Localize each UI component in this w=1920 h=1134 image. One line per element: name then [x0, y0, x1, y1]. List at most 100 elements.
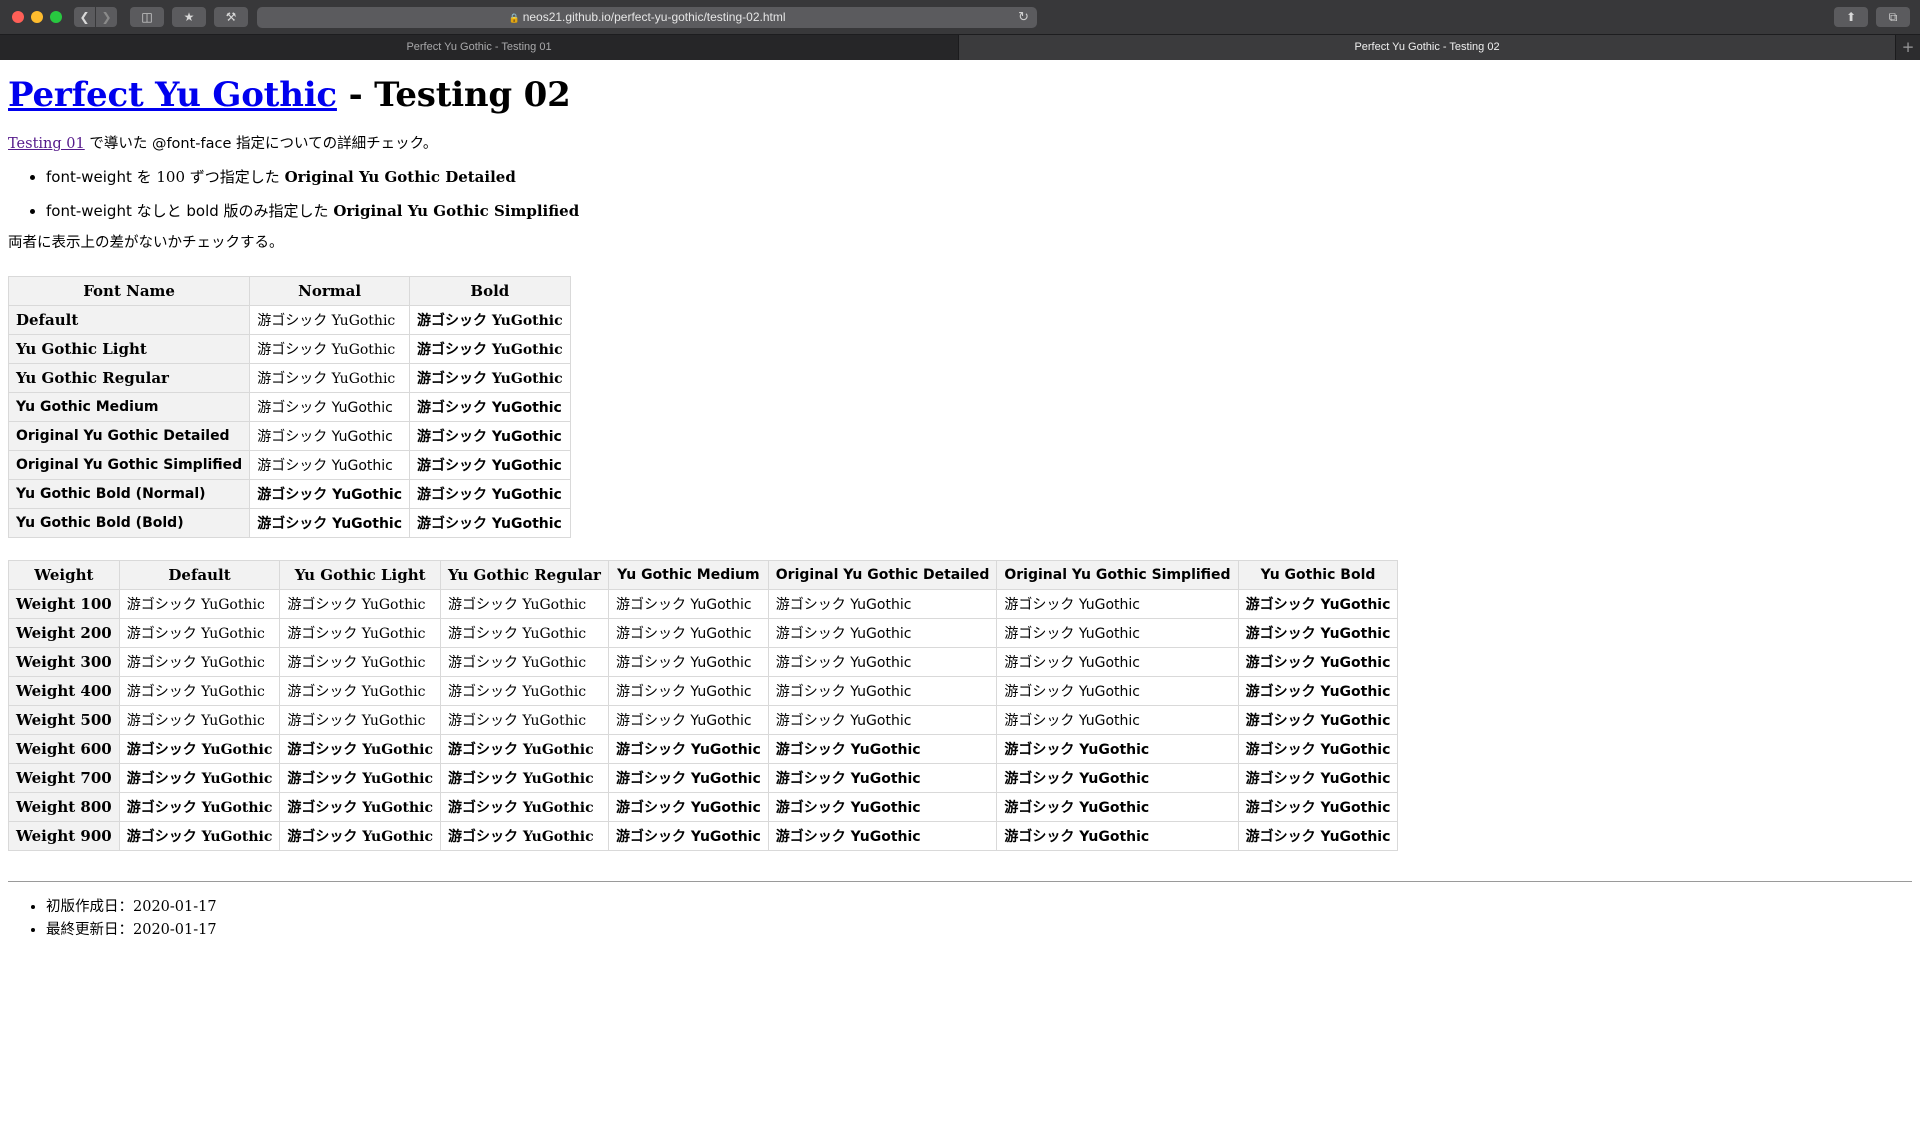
url-text: neos21.github.io/perfect-yu-gothic/testi… — [522, 10, 786, 24]
created-date: 初版作成日：2020-01-17 — [46, 896, 1912, 919]
sample-cell: 游ゴシック YuGothic — [279, 792, 441, 823]
tab-testing-02[interactable]: Perfect Yu Gothic - Testing 02 — [959, 35, 1895, 60]
lock-icon: 🔒 — [508, 13, 520, 23]
sidebar-toggle-icon[interactable]: ◫ — [130, 7, 164, 27]
feature-list: font-weight を 100 ずつ指定した Original Yu Got… — [8, 169, 1912, 219]
sample-cell: 游ゴシック YuGothic — [279, 647, 441, 678]
table-row: Weight 700 游ゴシック YuGothic 游ゴシック YuGothic 游ゴ… — [8, 763, 1399, 794]
address-bar[interactable]: 🔒 neos21.github.io/perfect-yu-gothic/test… — [257, 7, 1037, 28]
column-header: Bold — [409, 276, 571, 307]
reload-icon[interactable]: ↻ — [1018, 7, 1029, 28]
sample-cell: 游ゴシック YuGothic — [996, 821, 1239, 852]
row-header: Yu Gothic Medium — [7, 392, 251, 423]
sample-cell: 游ゴシック YuGothic — [249, 450, 411, 481]
sample-cell: 游ゴシック YuGothic — [439, 763, 609, 794]
tab-bar: Perfect Yu Gothic - Testing 01 Perfect Y… — [0, 34, 1920, 60]
sample-cell: 游ゴシック YuGothic — [118, 676, 281, 707]
column-header: Original Yu Gothic Simplified — [996, 560, 1239, 591]
sample-cell: 游ゴシック YuGothic — [996, 705, 1239, 736]
sample-cell: 游ゴシック YuGothic — [118, 647, 281, 678]
sample-cell: 游ゴシック YuGothic — [1237, 821, 1399, 852]
sample-cell: 游ゴシック YuGothic — [249, 479, 411, 510]
sample-cell: 游ゴシック YuGothic — [439, 705, 609, 736]
sample-cell: 游ゴシック YuGothic — [279, 618, 441, 649]
sample-cell: 游ゴシック YuGothic — [409, 479, 571, 510]
sample-cell: 游ゴシック YuGothic — [249, 421, 411, 452]
tab-testing-01[interactable]: Perfect Yu Gothic - Testing 01 — [0, 35, 959, 60]
sample-cell: 游ゴシック YuGothic — [1237, 763, 1399, 794]
sample-cell: 游ゴシック YuGothic — [996, 763, 1239, 794]
table-row: Weight 300 游ゴシック YuGothic 游ゴシック YuGothic 游ゴ… — [8, 647, 1399, 678]
font-name-table: Font Name Normal Bold Default 游ゴシック YuGothic… — [7, 276, 571, 539]
row-header: Weight 100 — [8, 589, 120, 620]
sample-cell: 游ゴシック YuGothic — [607, 821, 769, 852]
sample-cell: 游ゴシック YuGothic — [607, 589, 769, 620]
row-header: Default — [7, 305, 251, 336]
window-close-button[interactable] — [12, 11, 24, 23]
sample-cell: 游ゴシック YuGothic — [118, 618, 281, 649]
row-header: Weight 600 — [8, 734, 120, 765]
table-row: Weight 500 游ゴシック YuGothic 游ゴシック YuGothic 游ゴ… — [8, 705, 1399, 736]
sample-cell: 游ゴシック YuGothic — [249, 508, 411, 539]
sample-cell: 游ゴシック YuGothic — [279, 705, 441, 736]
sample-cell: 游ゴシック YuGothic — [439, 647, 609, 678]
row-header: Original Yu Gothic Detailed — [7, 421, 251, 452]
sample-cell: 游ゴシック YuGothic — [1237, 618, 1399, 649]
sample-cell: 游ゴシック YuGothic — [996, 676, 1239, 707]
table-row: Default 游ゴシック YuGothic 游ゴシック YuGothic — [7, 305, 571, 336]
wrench-icon[interactable]: ⚒ — [214, 7, 248, 27]
sample-cell: 游ゴシック YuGothic — [1237, 705, 1399, 736]
sample-cell: 游ゴシック YuGothic — [439, 821, 609, 852]
row-header: Yu Gothic Light — [7, 334, 251, 365]
table-row: Weight 800 游ゴシック YuGothic 游ゴシック YuGothic 游ゴ… — [8, 792, 1399, 823]
top-sites-icon[interactable]: ★ — [172, 7, 206, 27]
column-header: Yu Gothic Regular — [439, 560, 609, 591]
title-suffix: - Testing 02 — [336, 75, 571, 115]
column-header: Original Yu Gothic Detailed — [767, 560, 998, 591]
sample-cell: 游ゴシック YuGothic — [249, 392, 411, 423]
sample-cell: 游ゴシック YuGothic — [767, 734, 998, 765]
sample-cell: 游ゴシック YuGothic — [1237, 589, 1399, 620]
row-header: Weight 400 — [8, 676, 120, 707]
row-header: Yu Gothic Bold (Bold) — [7, 508, 251, 539]
testing-01-link[interactable]: Testing 01 — [8, 136, 85, 152]
sample-cell: 游ゴシック YuGothic — [118, 705, 281, 736]
sample-cell: 游ゴシック YuGothic — [1237, 792, 1399, 823]
sample-cell: 游ゴシック YuGothic — [767, 821, 998, 852]
sample-cell: 游ゴシック YuGothic — [409, 363, 571, 394]
forward-button[interactable]: ❯ — [96, 7, 117, 27]
table-row: Weight 600 游ゴシック YuGothic 游ゴシック YuGothic 游ゴ… — [8, 734, 1399, 765]
sample-cell: 游ゴシック YuGothic — [607, 792, 769, 823]
window-minimize-button[interactable] — [31, 11, 43, 23]
table-row: Original Yu Gothic Simplified 游ゴシック YuGot… — [7, 450, 571, 481]
row-header: Yu Gothic Regular — [7, 363, 251, 394]
new-tab-button[interactable]: + — [1895, 35, 1920, 60]
sample-cell: 游ゴシック YuGothic — [409, 334, 571, 365]
date-list: 初版作成日：2020-01-17 最終更新日：2020-01-17 — [8, 896, 1912, 942]
sample-cell: 游ゴシック YuGothic — [409, 305, 571, 336]
title-link[interactable]: Perfect Yu Gothic — [8, 75, 337, 115]
divider — [8, 881, 1912, 883]
window-maximize-button[interactable] — [50, 11, 62, 23]
sample-cell: 游ゴシック YuGothic — [118, 589, 281, 620]
sample-cell: 游ゴシック YuGothic — [439, 792, 609, 823]
back-button[interactable]: ❮ — [74, 7, 95, 27]
list-item: font-weight を 100 ずつ指定した Original Yu Got… — [46, 169, 1912, 185]
sample-cell: 游ゴシック YuGothic — [767, 676, 998, 707]
sample-cell: 游ゴシック YuGothic — [279, 676, 441, 707]
sample-cell: 游ゴシック YuGothic — [607, 618, 769, 649]
sample-cell: 游ゴシック YuGothic — [996, 647, 1239, 678]
sample-cell: 游ゴシック YuGothic — [279, 821, 441, 852]
share-icon[interactable]: ⬆ — [1834, 7, 1868, 27]
sample-cell: 游ゴシック YuGothic — [996, 734, 1239, 765]
column-header: Font Name — [7, 276, 251, 307]
tab-overview-icon[interactable]: ⧉ — [1876, 7, 1910, 27]
intro-paragraph: Testing 01 で導いた @font-face 指定についての詳細チェック… — [8, 136, 438, 153]
browser-toolbar: ❮ ❯ ◫ ★ ⚒ 🔒 neos21.github.io/perfect-yu-g… — [0, 0, 1920, 34]
sample-cell: 游ゴシック YuGothic — [1237, 676, 1399, 707]
table-row: Yu Gothic Bold (Bold) 游ゴシック YuGothic 游ゴシック… — [7, 508, 571, 539]
sample-cell: 游ゴシック YuGothic — [118, 792, 281, 823]
list-item: font-weight なしと bold 版のみ指定した Original Yu… — [46, 203, 1912, 219]
row-header: Weight 500 — [8, 705, 120, 736]
sample-cell: 游ゴシック YuGothic — [767, 647, 998, 678]
